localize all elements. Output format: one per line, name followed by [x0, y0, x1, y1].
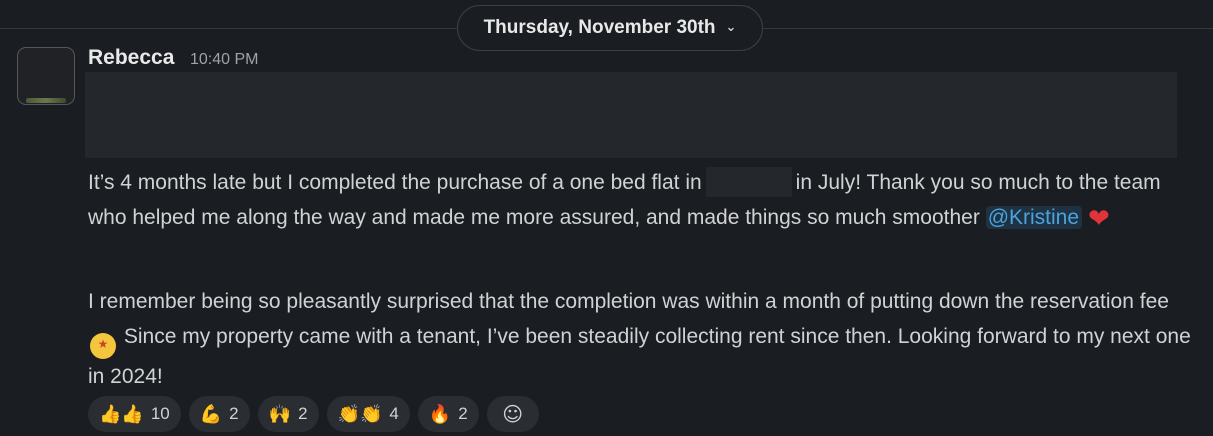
reaction-raised-hands[interactable]: 🙌 2 [257, 396, 319, 432]
reaction-thumbs-up[interactable]: 👍👍 10 [88, 396, 181, 432]
chevron-down-icon: ⌄ [725, 19, 737, 34]
redacted-content-block [85, 72, 1177, 158]
message-timestamp[interactable]: 10:40 PM [190, 51, 258, 69]
reaction-fire[interactable]: 🔥 2 [417, 396, 479, 432]
avatar[interactable] [17, 47, 75, 105]
raised-hands-icon: 🙌 [268, 403, 292, 425]
clapping-hands-icon: 👏👏 [337, 403, 383, 425]
reaction-count: 2 [229, 404, 239, 423]
reaction-flexed-biceps[interactable]: 💪 2 [188, 396, 250, 432]
message-text: I remember being so pleasantly surprised… [88, 290, 1169, 313]
reaction-count: 2 [458, 404, 468, 423]
reaction-count: 4 [389, 404, 399, 423]
avatar-image-detail [26, 98, 66, 103]
reactions-bar: 👍👍 10 💪 2 🙌 2 👏👏 4 🔥 2 ☺ [88, 396, 539, 432]
thumbs-up-icon: 👍👍 [99, 403, 144, 425]
date-divider-button[interactable]: Thursday, November 30th ⌄ [457, 5, 763, 51]
reaction-clapping-hands[interactable]: 👏👏 4 [326, 396, 410, 432]
message-text: Since my property came with a tenant, I’… [88, 325, 1191, 388]
flexed-biceps-icon: 💪 [199, 403, 223, 425]
author-name[interactable]: Rebecca [88, 46, 174, 70]
star-struck-icon: ★ [90, 333, 116, 359]
date-label: Thursday, November 30th [483, 17, 716, 38]
redacted-location [705, 167, 792, 197]
message-paragraph-2: I remember being so pleasantly surprised… [88, 284, 1198, 394]
message-paragraph-1: It’s 4 months late but I completed the p… [88, 165, 1198, 237]
add-reaction-button[interactable]: ☺ [486, 396, 539, 432]
red-heart-icon: ❤ [1088, 204, 1110, 234]
reaction-count: 10 [150, 404, 170, 423]
reaction-count: 2 [298, 404, 308, 423]
fire-icon: 🔥 [428, 403, 452, 425]
message-text: It’s 4 months late but I completed the p… [88, 171, 702, 194]
user-mention[interactable]: @Kristine [985, 206, 1083, 229]
add-reaction-icon: ☺ [502, 402, 524, 426]
